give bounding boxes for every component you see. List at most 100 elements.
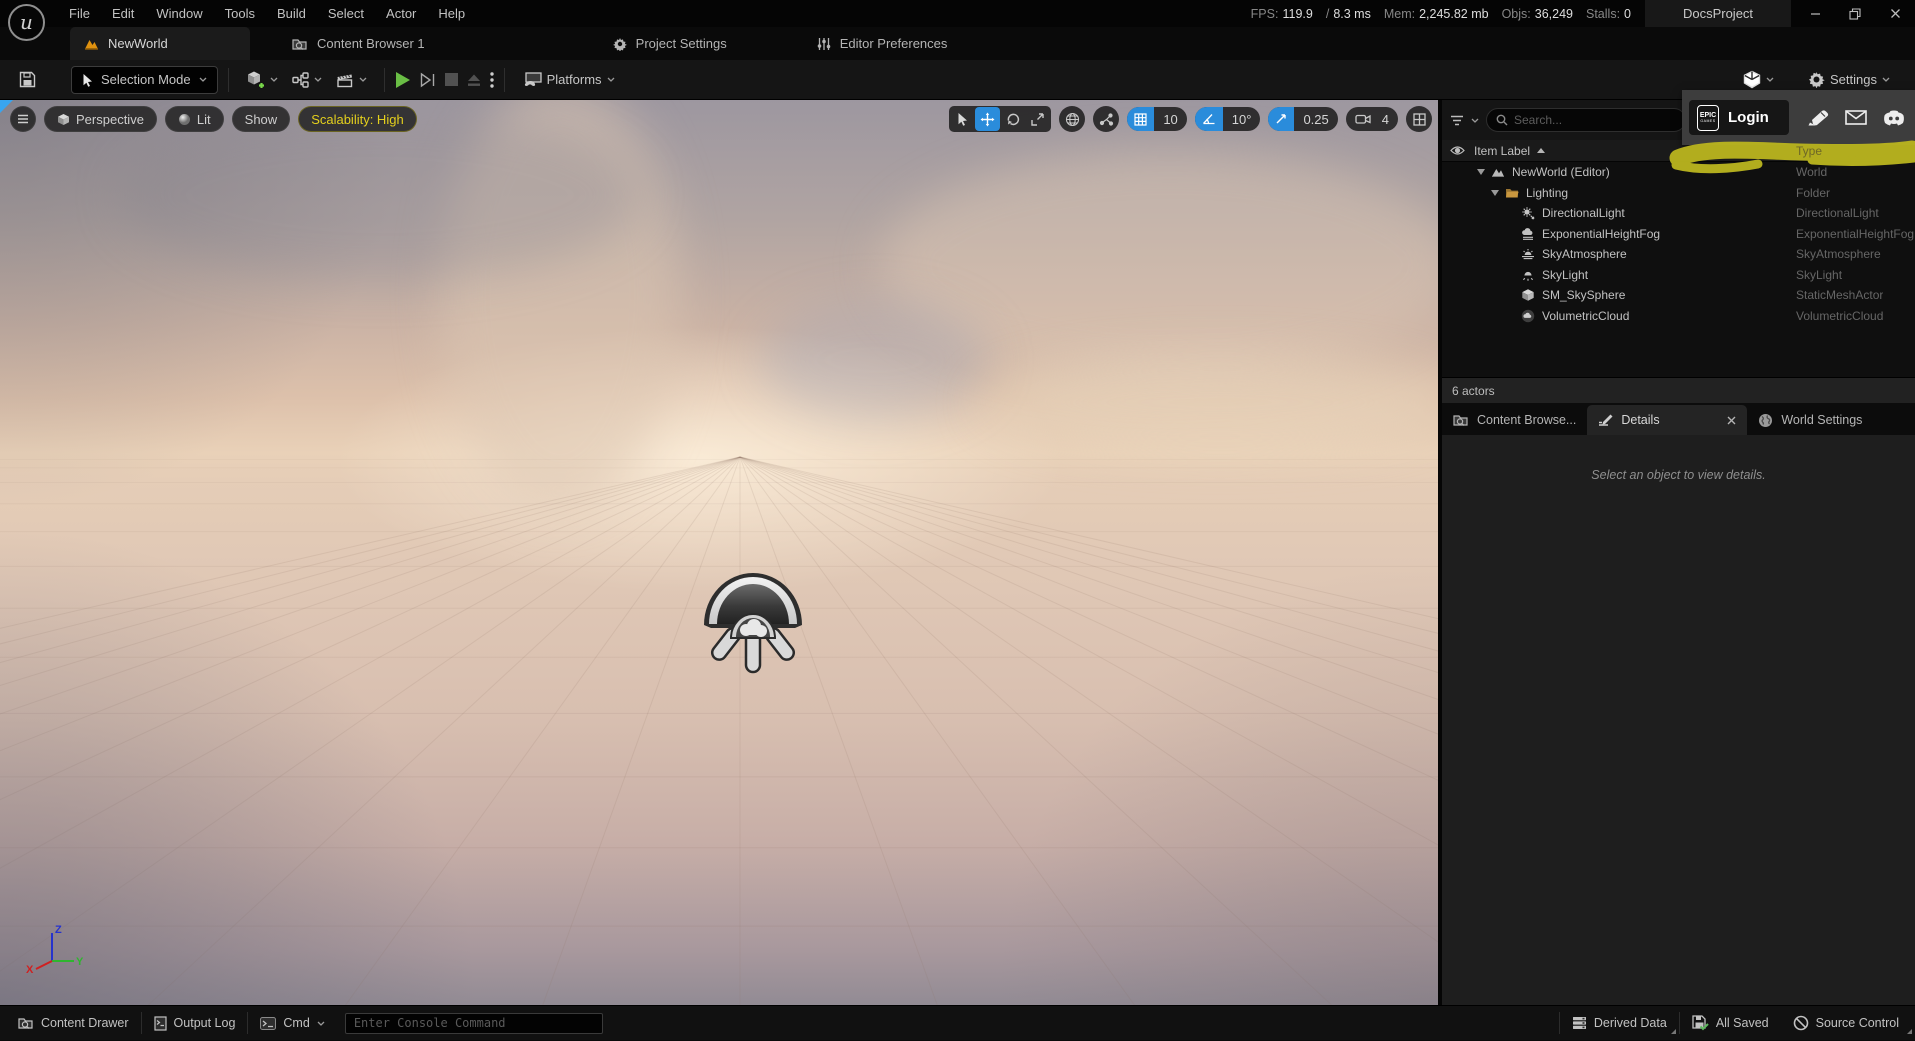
viewport-menu-button[interactable] [10, 106, 36, 132]
surface-snap-toggle[interactable] [1093, 106, 1119, 132]
menu-item-window[interactable]: Window [145, 0, 213, 27]
actor-label: SkyLight [1542, 268, 1588, 282]
menu-item-select[interactable]: Select [317, 0, 375, 27]
tab-newworld[interactable]: NewWorld [70, 27, 250, 60]
minimize-button[interactable] [1795, 0, 1835, 27]
scale-snap-toggle[interactable] [1268, 107, 1294, 131]
player-start-actor[interactable] [697, 558, 809, 680]
actor-type: StaticMeshActor [1796, 288, 1883, 302]
chevron-down-icon [270, 77, 278, 82]
viewport-options-bar: Perspective Lit Show Scalability: High [10, 106, 417, 132]
platforms-dropdown[interactable]: Platforms [515, 65, 622, 95]
scale-tool-button[interactable] [1025, 107, 1050, 131]
expander-icon[interactable] [1491, 190, 1499, 196]
source-control-button[interactable]: Source Control [1781, 1006, 1915, 1041]
rotation-snap-value[interactable]: 10° [1223, 112, 1261, 127]
tab-world-settings[interactable]: World Settings [1747, 405, 1873, 435]
tab-project-settings[interactable]: Project Settings [599, 27, 741, 60]
outliner-row[interactable]: SkyAtmosphereSkyAtmosphere [1442, 244, 1915, 265]
scale-snap-value[interactable]: 0.25 [1294, 112, 1337, 127]
selection-mode-dropdown[interactable]: Selection Mode [71, 66, 218, 94]
menu-item-tools[interactable]: Tools [214, 0, 266, 27]
tab-content-browser-1[interactable]: Content Browser 1 [278, 27, 439, 60]
outliner-row[interactable]: DirectionalLightDirectionalLight [1442, 203, 1915, 224]
sky-light-icon [1521, 268, 1535, 282]
editor-preferences-icon [817, 37, 831, 51]
show-dropdown[interactable]: Show [232, 106, 291, 132]
actor-label: DirectionalLight [1542, 206, 1625, 220]
world-space-toggle[interactable] [1059, 106, 1085, 132]
lit-mode-dropdown[interactable]: Lit [165, 106, 224, 132]
scalability-button[interactable]: Scalability: High [298, 106, 417, 132]
perspective-dropdown[interactable]: Perspective [44, 106, 157, 132]
epic-login-button[interactable]: EPIC GAMES Login [1689, 100, 1789, 135]
source-control-off-icon [1793, 1015, 1809, 1031]
outliner-row[interactable]: ExponentialHeightFogExponentialHeightFog [1442, 224, 1915, 245]
menu-item-actor[interactable]: Actor [375, 0, 427, 27]
chevron-down-icon [607, 77, 615, 82]
add-cube-icon [246, 70, 265, 89]
blueprints-dropdown[interactable] [285, 65, 329, 95]
outliner-row[interactable]: SM_SkySphereStaticMeshActor [1442, 285, 1915, 306]
outliner-row[interactable]: SkyLightSkyLight [1442, 265, 1915, 286]
filter-chevron-icon[interactable] [1471, 118, 1479, 123]
close-button[interactable] [1875, 0, 1915, 27]
all-saved-button[interactable]: All Saved [1680, 1006, 1781, 1041]
level-viewport[interactable]: Perspective Lit Show Scalability: High 1… [0, 100, 1438, 1005]
visibility-eye-icon[interactable] [1450, 145, 1465, 156]
camera-speed-value[interactable]: 4 [1380, 112, 1398, 127]
eject-button[interactable] [467, 73, 481, 87]
maximize-viewport-button[interactable] [1406, 106, 1432, 132]
console-command-input[interactable] [345, 1013, 603, 1034]
status-bar: Content Drawer Output Log Cmd Derived Da… [0, 1005, 1915, 1040]
tab-editor-preferences[interactable]: Editor Preferences [803, 27, 962, 60]
save-button[interactable] [12, 65, 43, 95]
add-actor-dropdown[interactable] [239, 65, 285, 95]
camera-speed-icon[interactable] [1346, 113, 1380, 125]
content-browser-icon [292, 37, 308, 51]
menu-item-edit[interactable]: Edit [101, 0, 145, 27]
main-toolbar: Selection Mode Platforms Settings [0, 60, 1915, 100]
clapperboard-icon [336, 72, 354, 88]
menu-item-file[interactable]: File [58, 0, 101, 27]
rotate-tool-button[interactable] [1000, 107, 1025, 131]
title-bar: FileEditWindowToolsBuildSelectActorHelp … [0, 0, 1915, 27]
outliner-search[interactable] [1486, 108, 1686, 132]
menu-item-build[interactable]: Build [266, 0, 317, 27]
close-tab-icon[interactable] [1727, 416, 1736, 425]
content-drawer-button[interactable]: Content Drawer [6, 1006, 141, 1041]
grid-snap-value[interactable]: 10 [1154, 112, 1186, 127]
tab-details[interactable]: Details [1587, 405, 1747, 435]
play-button[interactable] [395, 71, 411, 89]
derived-data-button[interactable]: Derived Data [1560, 1006, 1679, 1041]
documentation-book-icon[interactable] [1807, 109, 1829, 126]
move-tool-button[interactable] [975, 107, 1000, 131]
stop-button[interactable] [445, 73, 458, 86]
filter-icon[interactable] [1450, 115, 1464, 126]
cmd-dropdown[interactable]: Cmd [248, 1006, 336, 1041]
discord-icon[interactable] [1883, 110, 1905, 126]
outliner-row[interactable]: LightingFolder [1442, 183, 1915, 204]
output-log-button[interactable]: Output Log [142, 1006, 248, 1041]
play-options-kebab[interactable] [490, 72, 494, 88]
stat-stalls: Stalls:0 [1586, 7, 1631, 21]
item-label-header[interactable]: Item Label [1474, 144, 1530, 158]
rotation-snap-toggle[interactable] [1195, 107, 1223, 131]
unreal-logo[interactable]: u [8, 4, 45, 41]
grid-snap-toggle[interactable] [1127, 107, 1154, 131]
level-icon [84, 37, 99, 50]
details-empty-message: Select an object to view details. [1591, 468, 1765, 1005]
type-header[interactable]: Type [1796, 144, 1822, 158]
mail-icon[interactable] [1845, 110, 1867, 125]
select-tool-button[interactable] [950, 107, 975, 131]
content-drawer-icon [18, 1016, 34, 1030]
outliner-row[interactable]: NewWorld (Editor)World [1442, 162, 1915, 183]
menu-item-help[interactable]: Help [427, 0, 476, 27]
cinematics-dropdown[interactable] [329, 65, 374, 95]
expander-icon[interactable] [1477, 169, 1485, 175]
restore-button[interactable] [1835, 0, 1875, 27]
play-from-here-button[interactable] [420, 72, 436, 88]
outliner-row[interactable]: VolumetricCloudVolumetricCloud [1442, 306, 1915, 327]
tab-content-browser-panel[interactable]: Content Browse... [1442, 405, 1587, 435]
search-input[interactable] [1514, 113, 1664, 127]
